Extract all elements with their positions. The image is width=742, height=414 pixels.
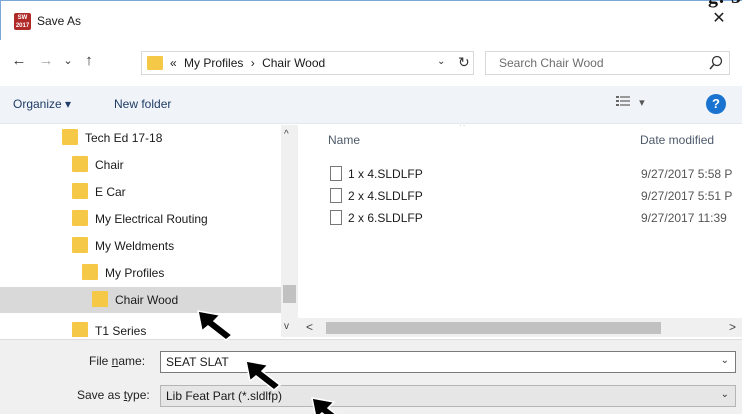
scroll-right-icon[interactable]: > <box>729 320 736 334</box>
tree-item-label: E Car <box>95 185 126 199</box>
change-view-button[interactable]: ▾ <box>616 95 646 113</box>
file-name: 2 x 6.SLDLFP <box>348 211 423 225</box>
annotation-arrow-icon <box>197 310 234 341</box>
solidworks-app-icon: SW 2017 <box>14 13 31 30</box>
tree-item-e-car[interactable]: E Car <box>72 179 126 205</box>
scroll-thumb[interactable] <box>326 322 661 334</box>
refresh-icon[interactable]: ↻ <box>458 54 470 71</box>
help-icon[interactable]: ? <box>706 94 726 114</box>
file-name: 1 x 4.SLDLFP <box>348 167 423 181</box>
tree-item-chair-wood[interactable]: Chair Wood <box>0 287 281 313</box>
navigation-pane: Tech Ed 17-18 Chair E Car My Electrical … <box>0 125 298 337</box>
folder-icon <box>82 264 98 280</box>
scroll-thumb[interactable] <box>283 285 296 303</box>
save-as-type-label: Save as type: <box>77 388 150 402</box>
tree-item-partial[interactable]: T1 Series <box>72 322 146 337</box>
breadcrumb-separator: › <box>250 56 255 70</box>
save-as-type-value: Lib Feat Part (*.sldlfp) <box>166 389 283 403</box>
folder-icon <box>92 291 108 307</box>
overlay-caption-fragment: g. 5 <box>708 0 742 9</box>
breadcrumb-my-profiles[interactable]: My Profiles <box>184 56 243 70</box>
back-arrow-icon[interactable]: ← <box>9 52 29 69</box>
title-bar: SW 2017 Save As ✕ <box>0 0 742 40</box>
tree-vertical-scrollbar[interactable]: ^ v <box>281 125 298 337</box>
tree-item-my-electrical-routing[interactable]: My Electrical Routing <box>72 206 208 232</box>
organize-menu-button[interactable]: Organize ▾ <box>13 97 71 111</box>
tree-item-label: Chair Wood <box>115 293 179 307</box>
document-icon <box>330 166 342 181</box>
tree-item-label: Tech Ed 17-18 <box>85 131 163 145</box>
annotation-arrow-icon <box>245 360 282 391</box>
document-icon <box>330 188 342 203</box>
sort-ascending-icon: ^ <box>460 125 465 132</box>
address-row: ← → ⌄ ↑ « My Profiles › Chair Wood ⌄ ↻ S… <box>0 40 742 84</box>
file-date: 9/27/2017 5:58 P <box>641 167 733 181</box>
folder-icon <box>147 56 163 70</box>
recent-locations-chevron-icon[interactable]: ⌄ <box>58 54 78 67</box>
search-input[interactable]: Search Chair Wood <box>485 51 730 75</box>
address-dropdown-icon[interactable]: ⌄ <box>437 56 445 67</box>
column-header-date-modified[interactable]: Date modified <box>640 133 714 147</box>
tree-item-tech-ed[interactable]: Tech Ed 17-18 <box>62 125 162 151</box>
scroll-left-icon[interactable]: < <box>306 320 313 334</box>
file-row[interactable]: 2 x 6.SLDLFP <box>330 210 423 230</box>
document-icon <box>330 210 342 225</box>
tree-item-my-weldments[interactable]: My Weldments <box>72 233 174 259</box>
tree-item-chair[interactable]: Chair <box>72 152 124 178</box>
folder-icon <box>62 129 78 145</box>
save-form: File name: SEAT SLAT ⌄ Save as type: Lib… <box>0 339 742 414</box>
breadcrumb: « My Profiles › Chair Wood <box>170 56 329 70</box>
tree-item-label: Chair <box>95 158 124 172</box>
tree-item-label: My Profiles <box>105 266 165 280</box>
tree-item-label: My Electrical Routing <box>95 212 208 226</box>
search-placeholder: Search Chair Wood <box>499 56 604 70</box>
save-as-type-dropdown-icon[interactable]: ⌄ <box>721 389 729 400</box>
file-name: 2 x 4.SLDLFP <box>348 189 423 203</box>
folder-icon <box>72 322 88 337</box>
view-menu-chevron-icon[interactable]: ▾ <box>639 97 645 109</box>
file-date: 9/27/2017 5:51 P <box>641 189 733 203</box>
command-bar: Organize ▾ New folder ▾ ? <box>0 86 742 124</box>
file-list-horizontal-scrollbar[interactable]: < > <box>298 318 742 337</box>
new-folder-button[interactable]: New folder <box>114 97 171 111</box>
tree-item-my-profiles[interactable]: My Profiles <box>82 260 164 286</box>
folder-icon <box>72 183 88 199</box>
file-date: 9/27/2017 11:39 <box>641 211 727 225</box>
scroll-up-icon[interactable]: ^ <box>284 129 289 140</box>
file-row[interactable]: 1 x 4.SLDLFP <box>330 166 423 186</box>
breadcrumb-overflow[interactable]: « <box>170 56 177 70</box>
file-name-value: SEAT SLAT <box>166 355 229 369</box>
scroll-down-icon[interactable]: v <box>284 321 289 332</box>
forward-arrow-icon[interactable]: → <box>36 52 56 69</box>
annotation-arrow-icon <box>311 397 337 414</box>
tree-item-label: My Weldments <box>95 239 175 253</box>
file-list: Name ^ Date modified 1 x 4.SLDLFP 9/27/2… <box>298 125 742 337</box>
up-arrow-icon[interactable]: ↑ <box>79 52 99 69</box>
folder-icon <box>72 237 88 253</box>
address-bar[interactable]: « My Profiles › Chair Wood ⌄ ↻ <box>141 51 474 75</box>
folder-icon <box>72 156 88 172</box>
tree-item-label: T1 Series <box>95 324 147 337</box>
details-view-icon <box>616 96 630 106</box>
search-icon <box>709 55 723 70</box>
file-name-dropdown-icon[interactable]: ⌄ <box>721 355 729 366</box>
file-name-label: File name: <box>89 354 146 368</box>
file-row[interactable]: 2 x 4.SLDLFP <box>330 188 423 208</box>
column-header-name[interactable]: Name <box>328 133 360 147</box>
breadcrumb-chair-wood[interactable]: Chair Wood <box>262 56 325 70</box>
folder-icon <box>72 210 88 226</box>
window-title: Save As <box>37 14 82 28</box>
